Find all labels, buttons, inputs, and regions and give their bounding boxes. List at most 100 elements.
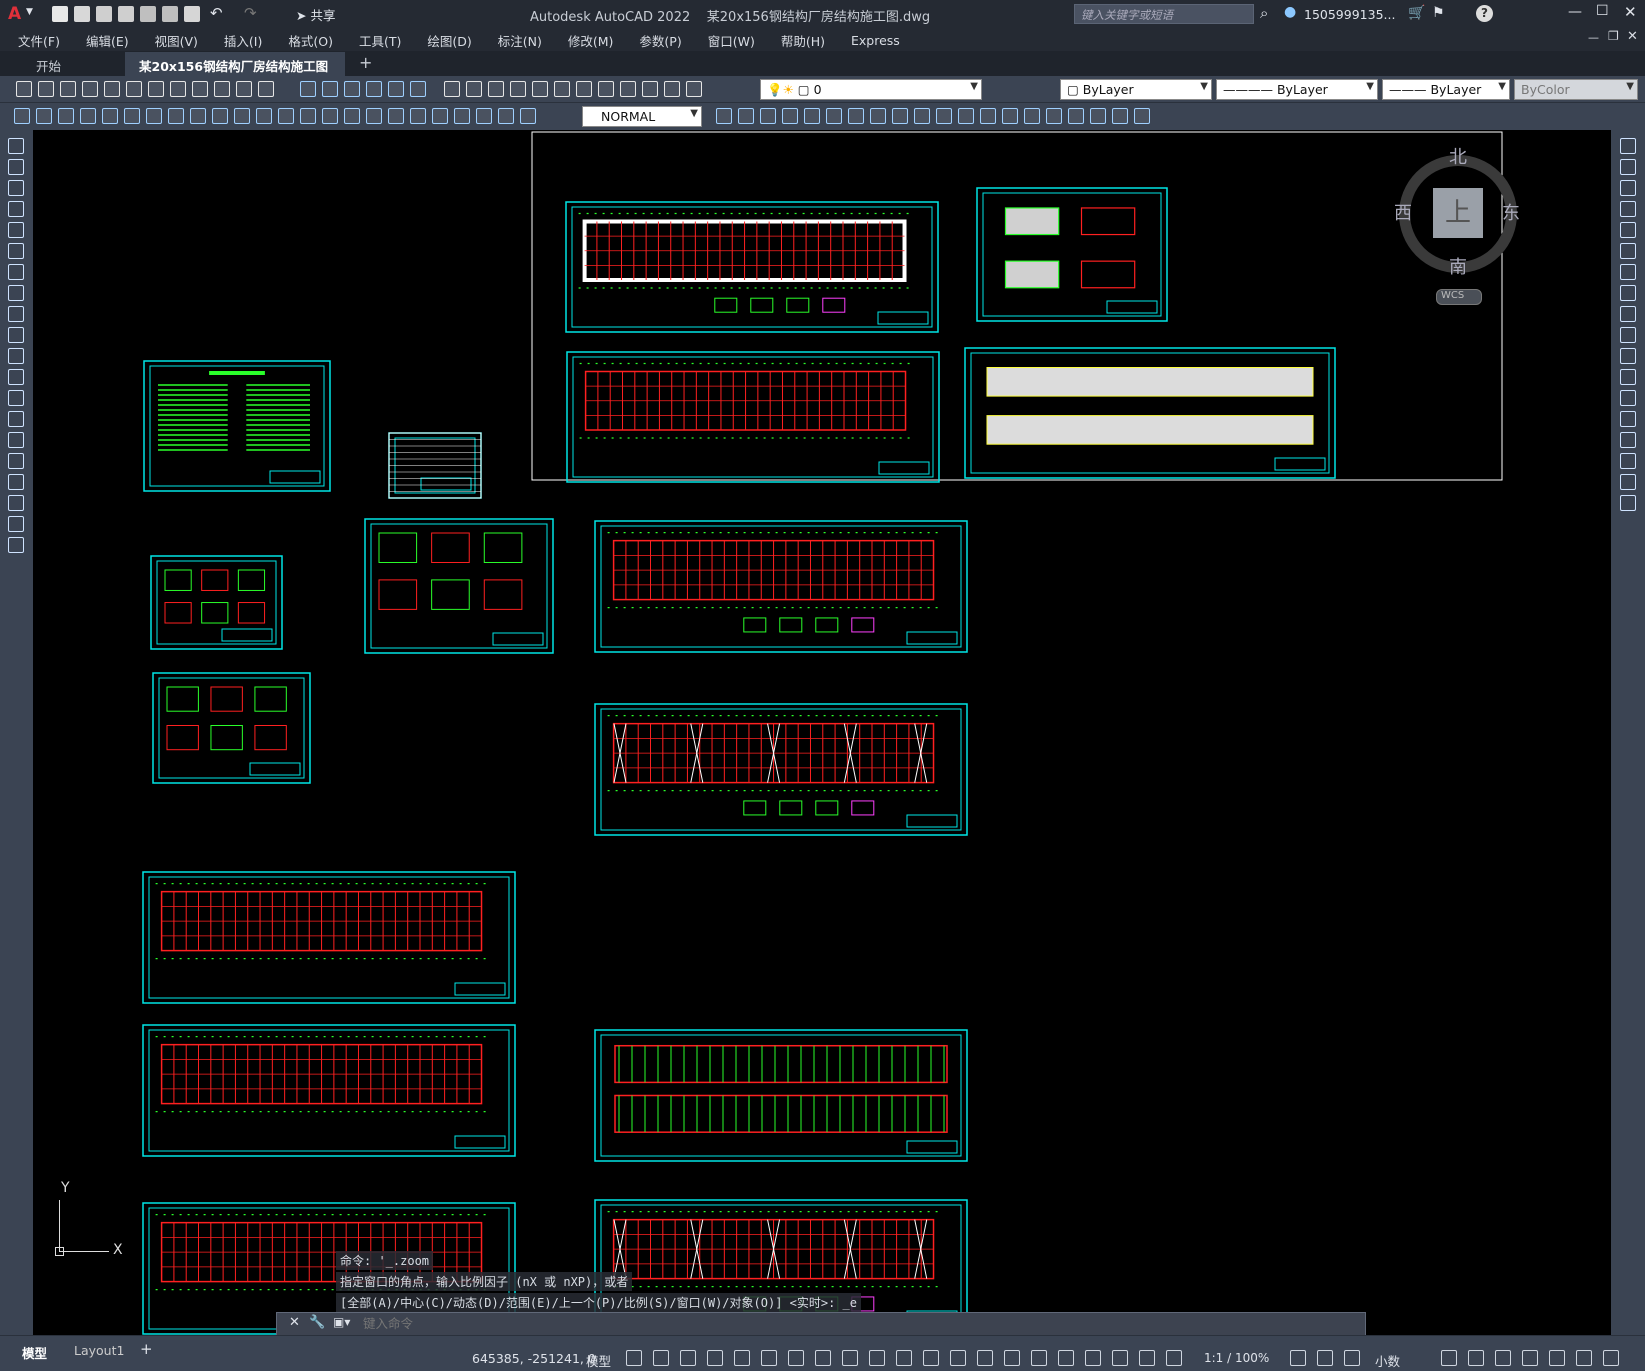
draw-tool-18-icon[interactable]: [8, 495, 24, 511]
command-input[interactable]: [363, 1315, 1353, 1333]
standard-tool-7-icon[interactable]: [148, 81, 164, 97]
status-toggle-14-icon[interactable]: [977, 1350, 993, 1366]
menu-help[interactable]: 帮助(H): [781, 31, 825, 50]
menu-edit[interactable]: 编辑(E): [86, 31, 129, 50]
save-icon[interactable]: [96, 6, 112, 22]
new-tab-button[interactable]: +: [345, 52, 386, 76]
undo-icon[interactable]: ↶: [210, 4, 223, 22]
user-name[interactable]: 1505999135...: [1304, 7, 1395, 22]
dim-tool-19-icon[interactable]: [410, 108, 426, 124]
cart-icon[interactable]: 🛒: [1408, 5, 1425, 21]
status-toggle-8-icon[interactable]: [815, 1350, 831, 1366]
status-toggle-17-icon[interactable]: [1058, 1350, 1074, 1366]
status-tool-10-icon[interactable]: [1603, 1350, 1619, 1366]
draw-tool-13-icon[interactable]: [8, 390, 24, 406]
modify-tool-3-icon[interactable]: [1620, 180, 1636, 196]
share-button[interactable]: ➤ 共享: [296, 5, 335, 24]
props-tool-4-icon[interactable]: [510, 81, 526, 97]
menu-format[interactable]: 格式(O): [288, 31, 333, 50]
status-toggle-7-icon[interactable]: [788, 1350, 804, 1366]
coordinates[interactable]: 645385, -251241, 0: [472, 1351, 596, 1366]
tab-drawing[interactable]: 某20x156钢结构厂房结构施工图* ✕: [125, 52, 346, 90]
menu-file[interactable]: 文件(F): [18, 31, 60, 50]
dim-tool-23-icon[interactable]: [498, 108, 514, 124]
modify-tool-1-icon[interactable]: [1620, 138, 1636, 154]
draw-tool-8-icon[interactable]: [8, 285, 24, 301]
draw-tool-6-icon[interactable]: [8, 243, 24, 259]
menu-draw[interactable]: 绘图(D): [427, 31, 471, 50]
standard-tool-1-icon[interactable]: [16, 81, 32, 97]
modify-tool-15-icon[interactable]: [1620, 432, 1636, 448]
draw-tool-14-icon[interactable]: [8, 411, 24, 427]
dim-tool-24-icon[interactable]: [520, 108, 536, 124]
modify-tool-11-icon[interactable]: [936, 108, 952, 124]
viewcube-top-face[interactable]: 上: [1433, 188, 1483, 238]
dim-tool-9-icon[interactable]: [190, 108, 206, 124]
modify-tool-12-icon[interactable]: [1620, 369, 1636, 385]
modify-tool-17-icon[interactable]: [1068, 108, 1084, 124]
status-tool-9-icon[interactable]: [1576, 1350, 1592, 1366]
menu-tools[interactable]: 工具(T): [359, 31, 401, 50]
dimstyle-dropdown[interactable]: NORMAL ▼: [582, 106, 702, 127]
view-tool-3-icon[interactable]: [344, 81, 360, 97]
add-layout-button[interactable]: +: [140, 1340, 153, 1358]
props-tool-10-icon[interactable]: [642, 81, 658, 97]
lineweight-dropdown[interactable]: ——— ByLayer ▼: [1382, 79, 1510, 100]
status-toggle-3-icon[interactable]: [680, 1350, 696, 1366]
dim-tool-16-icon[interactable]: [344, 108, 360, 124]
layer-dropdown[interactable]: 💡☀ ▢ 0 ▼: [760, 79, 982, 100]
color-dropdown[interactable]: ▢ ByLayer ▼: [1060, 79, 1212, 100]
save-as-icon[interactable]: [118, 6, 134, 22]
menu-express[interactable]: Express: [851, 33, 900, 48]
dim-tool-1-icon[interactable]: [14, 108, 30, 124]
modify-tool-12-icon[interactable]: [958, 108, 974, 124]
status-toggle-12-icon[interactable]: [923, 1350, 939, 1366]
status-toggle-13-icon[interactable]: [950, 1350, 966, 1366]
modify-tool-19-icon[interactable]: [1112, 108, 1128, 124]
modify-tool-5-icon[interactable]: [804, 108, 820, 124]
viewcube-north[interactable]: 北: [1449, 143, 1467, 169]
props-tool-9-icon[interactable]: [620, 81, 636, 97]
app-menu-arrow-icon[interactable]: ▼: [26, 7, 33, 17]
dim-tool-15-icon[interactable]: [322, 108, 338, 124]
viewcube-east[interactable]: 东: [1502, 199, 1520, 225]
draw-tool-5-icon[interactable]: [8, 222, 24, 238]
status-toggle-9-icon[interactable]: [842, 1350, 858, 1366]
wcs-button[interactable]: WCS: [1436, 289, 1482, 305]
modify-tool-1-icon[interactable]: [716, 108, 732, 124]
command-close-icon[interactable]: ✕: [289, 1315, 300, 1330]
modify-tool-18-icon[interactable]: [1090, 108, 1106, 124]
modify-tool-18-icon[interactable]: [1620, 495, 1636, 511]
dim-tool-21-icon[interactable]: [454, 108, 470, 124]
dim-tool-20-icon[interactable]: [432, 108, 448, 124]
viewcube-south[interactable]: 南: [1449, 253, 1467, 279]
draw-tool-19-icon[interactable]: [8, 516, 24, 532]
modify-tool-16-icon[interactable]: [1620, 453, 1636, 469]
draw-tool-10-icon[interactable]: [8, 327, 24, 343]
annotation-scale[interactable]: 1:1 / 100%: [1204, 1351, 1269, 1365]
modify-tool-3-icon[interactable]: [760, 108, 776, 124]
close-icon[interactable]: ✕: [1624, 3, 1637, 21]
plotstyle-dropdown[interactable]: ByColor ▼: [1514, 79, 1638, 100]
dim-tool-13-icon[interactable]: [278, 108, 294, 124]
dim-tool-4-icon[interactable]: [80, 108, 96, 124]
modify-tool-20-icon[interactable]: [1134, 108, 1150, 124]
units-button[interactable]: 小数: [1375, 1351, 1400, 1370]
status-toggle-2-icon[interactable]: [653, 1350, 669, 1366]
help-icon[interactable]: ?: [1476, 5, 1493, 22]
account-icon[interactable]: ⚑: [1432, 5, 1445, 21]
dim-tool-22-icon[interactable]: [476, 108, 492, 124]
modify-tool-15-icon[interactable]: [1024, 108, 1040, 124]
modify-tool-14-icon[interactable]: [1002, 108, 1018, 124]
modify-tool-13-icon[interactable]: [980, 108, 996, 124]
view-tool-6-icon[interactable]: [410, 81, 426, 97]
standard-tool-2-icon[interactable]: [38, 81, 54, 97]
status-tool-2-icon[interactable]: [1317, 1350, 1333, 1366]
modify-tool-7-icon[interactable]: [1620, 264, 1636, 280]
dim-tool-6-icon[interactable]: [124, 108, 140, 124]
new-icon[interactable]: [52, 6, 68, 22]
modify-tool-13-icon[interactable]: [1620, 390, 1636, 406]
status-toggle-6-icon[interactable]: [761, 1350, 777, 1366]
modify-tool-16-icon[interactable]: [1046, 108, 1062, 124]
status-toggle-1-icon[interactable]: [626, 1350, 642, 1366]
